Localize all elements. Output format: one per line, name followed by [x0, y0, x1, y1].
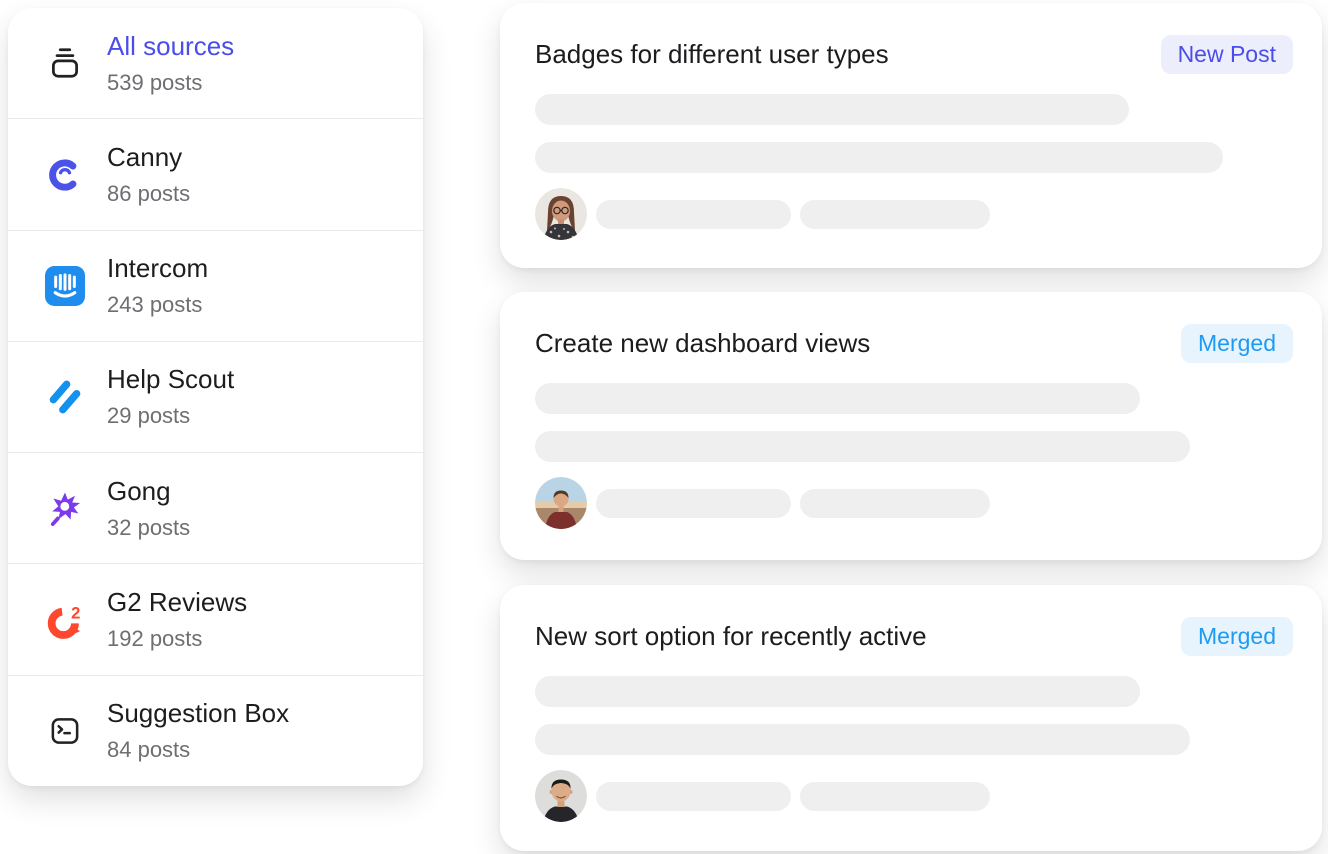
sidebar-item-intercom[interactable]: Intercom 243 posts: [8, 230, 423, 341]
svg-text:2: 2: [71, 603, 80, 622]
post-title: Badges for different user types: [535, 35, 889, 73]
source-post-count: 192 posts: [107, 626, 247, 652]
body-placeholder-line: [535, 142, 1223, 173]
avatar: [535, 770, 587, 822]
avatar: [535, 188, 587, 240]
post-card[interactable]: Create new dashboard views Merged: [500, 292, 1322, 560]
source-post-count: 243 posts: [107, 292, 208, 318]
sidebar-item-gong[interactable]: Gong 32 posts: [8, 452, 423, 563]
g2-reviews-icon: 2: [45, 600, 85, 640]
author-placeholder-bar: [596, 782, 791, 811]
help-scout-icon: [45, 377, 85, 417]
sidebar-item-help-scout[interactable]: Help Scout 29 posts: [8, 341, 423, 452]
post-card[interactable]: New sort option for recently active Merg…: [500, 585, 1322, 851]
author-placeholder-bar: [596, 489, 791, 518]
avatar: [535, 477, 587, 529]
source-label: Intercom: [107, 253, 208, 283]
source-label: G2 Reviews: [107, 587, 247, 617]
source-post-count: 29 posts: [107, 403, 234, 429]
canny-icon: [45, 154, 85, 194]
sidebar-item-suggestion-box[interactable]: Suggestion Box 84 posts: [8, 675, 423, 786]
intercom-icon: [45, 266, 85, 306]
status-badge: New Post: [1161, 35, 1293, 74]
source-label: All sources: [107, 31, 234, 61]
source-label: Canny: [107, 142, 190, 172]
source-post-count: 32 posts: [107, 515, 190, 541]
sources-panel: All sources 539 posts Canny 86 posts: [8, 8, 423, 786]
status-badge: Merged: [1181, 324, 1293, 363]
body-placeholder-line: [535, 383, 1140, 414]
gong-icon: [45, 488, 85, 528]
source-label: Suggestion Box: [107, 698, 289, 728]
source-post-count: 539 posts: [107, 70, 234, 96]
body-placeholder-line: [535, 724, 1190, 755]
post-title: New sort option for recently active: [535, 617, 927, 655]
author-placeholder-bar: [800, 782, 990, 811]
status-badge: Merged: [1181, 617, 1293, 656]
author-placeholder-bar: [596, 200, 791, 229]
post-title: Create new dashboard views: [535, 324, 870, 362]
sidebar-item-all-sources[interactable]: All sources 539 posts: [8, 8, 423, 118]
source-label: Gong: [107, 476, 190, 506]
sidebar-item-canny[interactable]: Canny 86 posts: [8, 118, 423, 229]
body-placeholder-line: [535, 94, 1129, 125]
body-placeholder-line: [535, 431, 1190, 462]
author-placeholder-bar: [800, 200, 990, 229]
all-sources-icon: [45, 43, 85, 83]
body-placeholder-line: [535, 676, 1140, 707]
post-card[interactable]: Badges for different user types New Post: [500, 3, 1322, 268]
author-placeholder-bar: [800, 489, 990, 518]
suggestion-box-icon: [45, 711, 85, 751]
sidebar-item-g2-reviews[interactable]: 2 G2 Reviews 192 posts: [8, 563, 423, 674]
source-label: Help Scout: [107, 364, 234, 394]
source-post-count: 86 posts: [107, 181, 190, 207]
source-post-count: 84 posts: [107, 737, 289, 763]
